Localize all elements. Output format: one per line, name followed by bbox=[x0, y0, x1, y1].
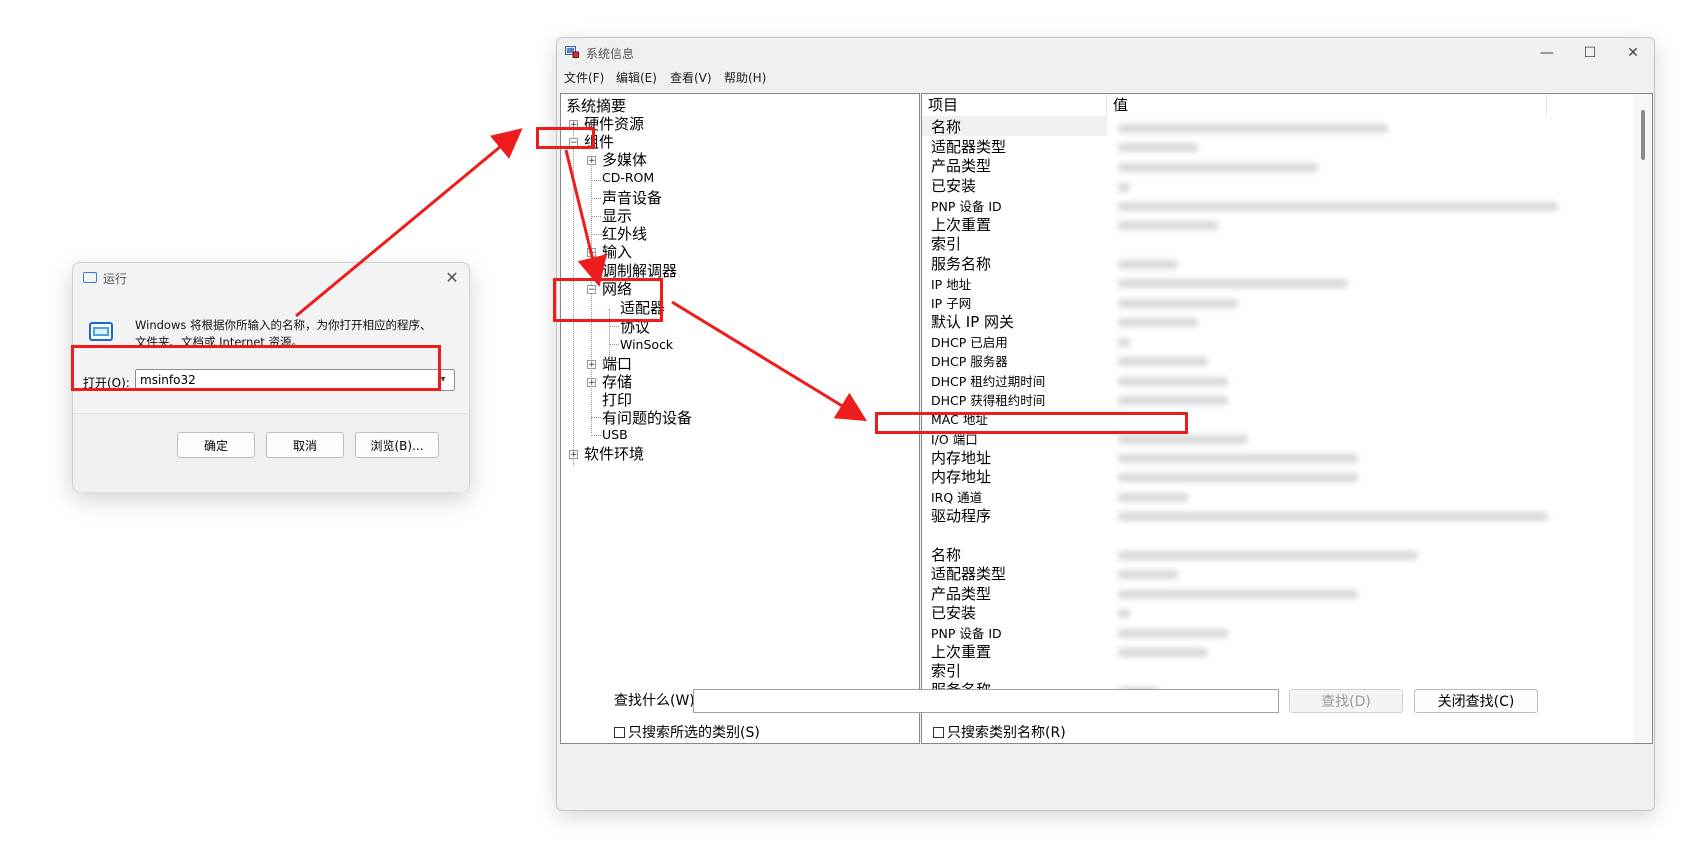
annotation-arrows bbox=[295, 128, 868, 422]
arrow-to-network bbox=[564, 149, 607, 287]
arrow-to-components bbox=[295, 128, 523, 318]
arrow-to-mac-address bbox=[671, 300, 868, 422]
